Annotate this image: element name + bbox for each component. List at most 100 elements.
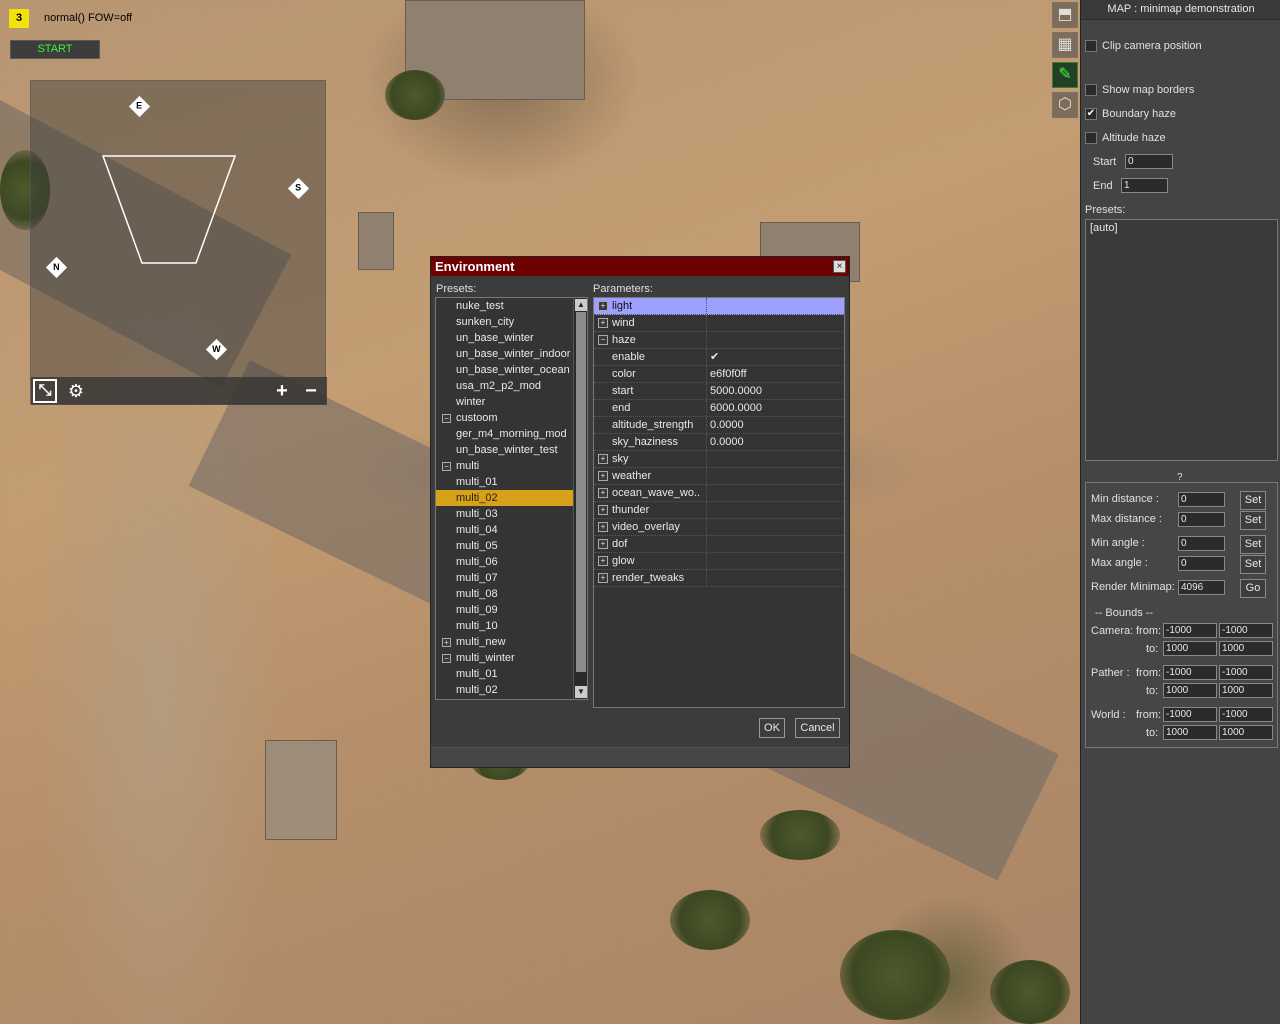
map-object-icon[interactable]: ⬒	[1052, 2, 1078, 28]
tree-item[interactable]: multi_09	[436, 602, 573, 618]
min-distance-set-button[interactable]: Set	[1240, 491, 1266, 510]
zoom-in-icon[interactable]: +	[269, 379, 295, 403]
resize-icon[interactable]: ⤡	[33, 379, 57, 403]
render-minimap-go-button[interactable]: Go	[1240, 579, 1266, 598]
expand-icon[interactable]: +	[598, 318, 608, 328]
presets-list[interactable]: [auto]	[1085, 219, 1278, 461]
param-row[interactable]: + sky	[594, 451, 844, 468]
cube-icon[interactable]: ⬡	[1052, 92, 1078, 118]
grid-icon[interactable]: ▦	[1052, 32, 1078, 58]
max-angle-field[interactable]: 0	[1178, 556, 1225, 571]
min-distance-field[interactable]: 0	[1178, 492, 1225, 507]
pather-from-y-field[interactable]: -1000	[1219, 665, 1273, 680]
minimap[interactable]: E S N W ⤡ ⚙ + −	[30, 80, 327, 405]
param-value[interactable]: e6f0f0ff	[710, 366, 747, 382]
dialog-title[interactable]: Environment	[431, 257, 849, 276]
tree-scrollbar[interactable]: ▲ ▼	[573, 298, 587, 699]
gear-icon[interactable]: ⚙	[63, 379, 89, 403]
expand-icon[interactable]: +	[598, 488, 608, 498]
param-row[interactable]: start 5000.0000	[594, 383, 844, 400]
param-row[interactable]: altitude_strength 0.0000	[594, 417, 844, 434]
tree-item[interactable]: usa_m2_p2_mod	[436, 378, 573, 394]
show-borders-row[interactable]: Show map borders	[1085, 82, 1194, 98]
tree-item[interactable]: multi_08	[436, 586, 573, 602]
pather-to-y-field[interactable]: 1000	[1219, 683, 1273, 698]
collapse-icon[interactable]: −	[442, 414, 451, 423]
tree-item[interactable]: multi_10	[436, 618, 573, 634]
camera-from-x-field[interactable]: -1000	[1163, 623, 1217, 638]
tree-item[interactable]: nuke_test	[436, 298, 573, 314]
tree-item[interactable]: multi_03	[436, 506, 573, 522]
scroll-thumb[interactable]	[576, 312, 586, 672]
tree-item[interactable]: multi_01	[436, 666, 573, 682]
param-row[interactable]: + thunder	[594, 502, 844, 519]
max-angle-set-button[interactable]: Set	[1240, 555, 1266, 574]
expand-icon[interactable]: +	[598, 539, 608, 549]
param-row[interactable]: + ocean_wave_wo..	[594, 485, 844, 502]
tree-item[interactable]: multi_05	[436, 538, 573, 554]
pather-from-x-field[interactable]: -1000	[1163, 665, 1217, 680]
param-row[interactable]: + light	[594, 298, 844, 315]
tree-item[interactable]: + multi_new	[436, 634, 573, 650]
tree-item[interactable]: − custoom	[436, 410, 573, 426]
start-button[interactable]: START	[10, 40, 100, 59]
expand-icon[interactable]: +	[598, 573, 608, 583]
expand-icon[interactable]: +	[598, 454, 608, 464]
world-to-x-field[interactable]: 1000	[1163, 725, 1217, 740]
collapse-icon[interactable]: −	[442, 462, 451, 471]
tree-item[interactable]: − multi	[436, 458, 573, 474]
camera-to-x-field[interactable]: 1000	[1163, 641, 1217, 656]
parameters-grid[interactable]: + light + wind − haze enable ✔ color e6f0f0ff star…	[593, 297, 845, 708]
terrain-edit-icon[interactable]: ✎	[1052, 62, 1078, 88]
world-from-x-field[interactable]: -1000	[1163, 707, 1217, 722]
end-field[interactable]: 1	[1121, 178, 1168, 193]
param-row[interactable]: enable ✔	[594, 349, 844, 366]
expand-icon[interactable]: +	[598, 471, 608, 481]
altitude-haze-checkbox[interactable]	[1085, 132, 1097, 144]
param-row[interactable]: color e6f0f0ff	[594, 366, 844, 383]
close-icon[interactable]: ×	[833, 260, 846, 273]
tree-item[interactable]: ger_m4_morning_mod	[436, 426, 573, 442]
ok-button[interactable]: OK	[759, 718, 785, 738]
tree-item[interactable]: multi_06	[436, 554, 573, 570]
collapse-icon[interactable]: −	[598, 335, 608, 345]
preset-item[interactable]: [auto]	[1090, 222, 1273, 234]
param-value[interactable]: 0.0000	[710, 417, 744, 433]
cancel-button[interactable]: Cancel	[795, 718, 840, 738]
clip-camera-row[interactable]: Clip camera position	[1085, 38, 1202, 54]
param-value[interactable]: ✔	[710, 349, 719, 365]
presets-tree[interactable]: nuke_test sunken_city un_base_winter un_bas…	[435, 297, 588, 700]
expand-icon[interactable]: +	[598, 522, 608, 532]
start-field[interactable]: 0	[1125, 154, 1173, 169]
tree-item[interactable]: un_base_winter_indoor	[436, 346, 573, 362]
param-row[interactable]: + wind	[594, 315, 844, 332]
param-row[interactable]: end 6000.0000	[594, 400, 844, 417]
param-row[interactable]: + glow	[594, 553, 844, 570]
camera-to-y-field[interactable]: 1000	[1219, 641, 1273, 656]
pather-to-x-field[interactable]: 1000	[1163, 683, 1217, 698]
zoom-out-icon[interactable]: −	[298, 379, 324, 403]
expand-icon[interactable]: +	[598, 556, 608, 566]
tree-item[interactable]: multi_02	[436, 490, 573, 506]
world-to-y-field[interactable]: 1000	[1219, 725, 1273, 740]
param-row[interactable]: + video_overlay	[594, 519, 844, 536]
tree-item[interactable]: multi_01	[436, 474, 573, 490]
max-distance-field[interactable]: 0	[1178, 512, 1225, 527]
boundary-haze-row[interactable]: ✔ Boundary haze	[1085, 106, 1176, 122]
tree-item[interactable]: un_base_winter_test	[436, 442, 573, 458]
param-row[interactable]: + dof	[594, 536, 844, 553]
show-borders-checkbox[interactable]	[1085, 84, 1097, 96]
camera-from-y-field[interactable]: -1000	[1219, 623, 1273, 638]
max-distance-set-button[interactable]: Set	[1240, 511, 1266, 530]
param-value[interactable]: 6000.0000	[710, 400, 762, 416]
param-row[interactable]: + weather	[594, 468, 844, 485]
tree-item[interactable]: winter	[436, 394, 573, 410]
collapse-icon[interactable]: −	[442, 654, 451, 663]
param-row[interactable]: + render_tweaks	[594, 570, 844, 587]
expand-icon[interactable]: +	[598, 505, 608, 515]
boundary-haze-checkbox[interactable]: ✔	[1085, 108, 1097, 120]
scroll-down-icon[interactable]: ▼	[575, 686, 587, 698]
altitude-haze-row[interactable]: Altitude haze	[1085, 130, 1166, 146]
param-row[interactable]: sky_haziness 0.0000	[594, 434, 844, 451]
tree-item[interactable]: − multi_winter	[436, 650, 573, 666]
